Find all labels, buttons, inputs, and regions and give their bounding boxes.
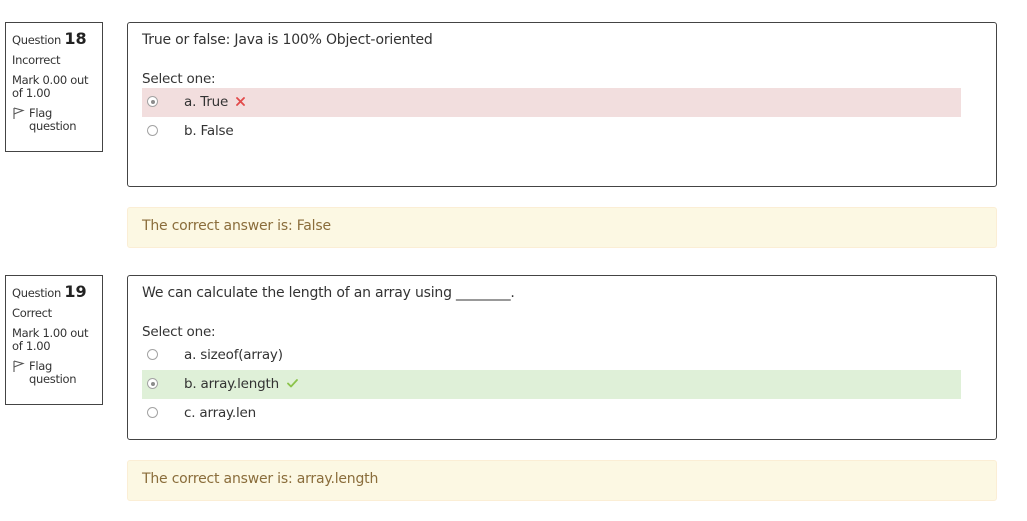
answer-option-a[interactable]: a. True: [142, 88, 961, 117]
answer-option-row: a. True: [184, 94, 246, 110]
question-label: Question: [12, 286, 62, 300]
question-formulation-18: True or false: Java is 100% Object-orien…: [127, 22, 997, 187]
flag-icon: [12, 107, 25, 120]
question-text: True or false: Java is 100% Object-orien…: [142, 32, 433, 48]
answer-label: a. sizeof(array): [184, 347, 283, 363]
check-icon: [287, 376, 298, 392]
answer-option-c[interactable]: c. array.len: [142, 399, 961, 428]
answer-option-row: b. array.length: [184, 376, 298, 392]
question-formulation-19: We can calculate the length of an array …: [127, 275, 997, 440]
flag-question-button[interactable]: Flag question: [12, 107, 102, 133]
answer-label: b. False: [184, 123, 234, 139]
answer-option-b[interactable]: b. False: [142, 117, 961, 146]
answer-option-a[interactable]: a. sizeof(array): [142, 341, 961, 370]
question-grade: Mark 1.00 out of 1.00: [12, 326, 89, 353]
flag-icon: [12, 360, 25, 373]
radio-button-checked[interactable]: [147, 96, 158, 107]
feedback-box-19: The correct answer is: array.length: [127, 460, 997, 501]
question-number: 19: [64, 282, 87, 301]
question-number: 18: [64, 29, 87, 48]
answer-label: b. array.length: [184, 376, 279, 392]
radio-button-checked[interactable]: [147, 378, 158, 389]
feedback-box-18: The correct answer is: False: [127, 207, 997, 248]
radio-button[interactable]: [147, 125, 158, 136]
question-grade: Mark 0.00 out of 1.00: [12, 73, 89, 100]
question-label: Question: [12, 33, 62, 47]
flag-question-button[interactable]: Flag question: [12, 360, 102, 386]
question-number-line: Question 19: [12, 282, 102, 303]
answer-label: c. array.len: [184, 405, 256, 421]
question-info-18: Question 18 Incorrect Mark 0.00 out of 1…: [5, 22, 103, 152]
cross-icon: [236, 94, 246, 110]
correct-answer-text: The correct answer is: array.length: [142, 471, 379, 487]
correct-answer-text: The correct answer is: False: [142, 218, 331, 234]
question-state: Correct: [12, 306, 52, 320]
flag-label: Flag question: [29, 359, 77, 386]
answer-option-b[interactable]: b. array.length: [142, 370, 961, 399]
select-one-prompt: Select one:: [142, 324, 216, 340]
select-one-prompt: Select one:: [142, 71, 216, 87]
question-number-line: Question 18: [12, 29, 102, 50]
flag-label: Flag question: [29, 106, 77, 133]
question-state: Incorrect: [12, 53, 61, 67]
radio-button[interactable]: [147, 349, 158, 360]
question-text: We can calculate the length of an array …: [142, 285, 515, 301]
answer-label: a. True: [184, 94, 229, 110]
question-info-19: Question 19 Correct Mark 1.00 out of 1.0…: [5, 275, 103, 405]
radio-button[interactable]: [147, 407, 158, 418]
